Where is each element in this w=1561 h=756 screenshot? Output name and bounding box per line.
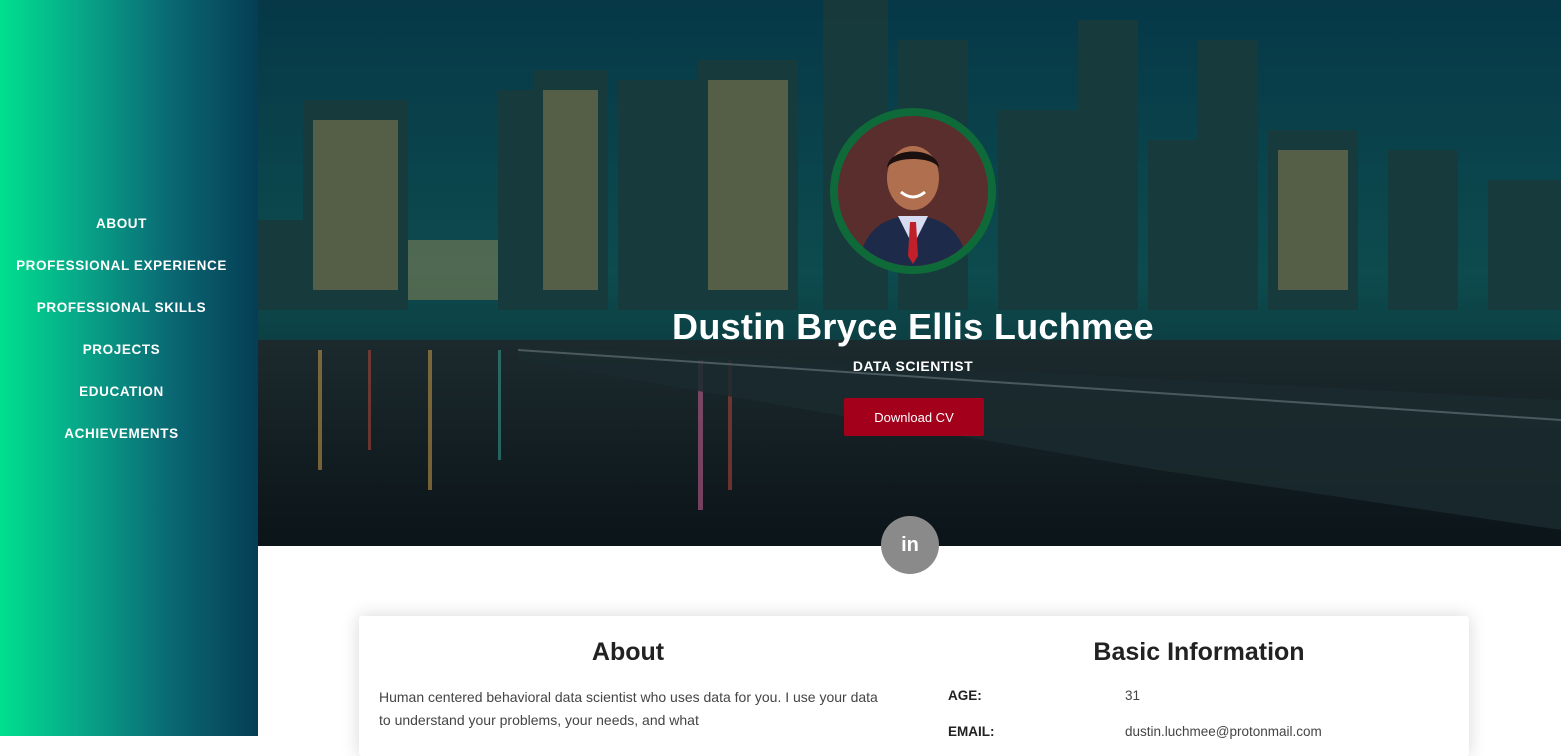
info-value-email: dustin.luchmee@protonmail.com [1125, 724, 1322, 739]
sidebar-nav: ABOUT PROFESSIONAL EXPERIENCE PROFESSION… [0, 214, 243, 466]
about-card: About Human centered behavioral data sci… [359, 616, 1469, 756]
info-label-email: EMAIL: [948, 724, 995, 739]
info-value-age: 31 [1125, 688, 1141, 703]
download-cv-button[interactable]: Download CV [844, 398, 984, 436]
linkedin-icon[interactable]: in [881, 516, 939, 574]
sidebar-item-about[interactable]: ABOUT [0, 214, 243, 256]
sidebar-item-professional-skills[interactable]: PROFESSIONAL SKILLS [0, 298, 243, 340]
sidebar-item-professional-experience[interactable]: PROFESSIONAL EXPERIENCE [0, 256, 243, 298]
profile-job-title: DATA SCIENTIST [852, 358, 974, 374]
about-text: Human centered behavioral data scientist… [379, 689, 878, 728]
profile-photo [830, 108, 996, 274]
sidebar-item-projects[interactable]: PROJECTS [0, 340, 243, 382]
sidebar-item-education[interactable]: EDUCATION [0, 382, 243, 424]
profile-name: Dustin Bryce Ellis Luchmee [672, 306, 1154, 347]
sidebar: ABOUT PROFESSIONAL EXPERIENCE PROFESSION… [0, 0, 258, 736]
sidebar-item-achievements[interactable]: ACHIEVEMENTS [0, 424, 243, 466]
hero-banner: Dustin Bryce Ellis Luchmee DATA SCIENTIS… [258, 0, 1561, 546]
about-heading: About [591, 638, 665, 666]
basic-info-heading: Basic Information [1093, 638, 1305, 666]
info-label-age: AGE: [948, 688, 982, 703]
